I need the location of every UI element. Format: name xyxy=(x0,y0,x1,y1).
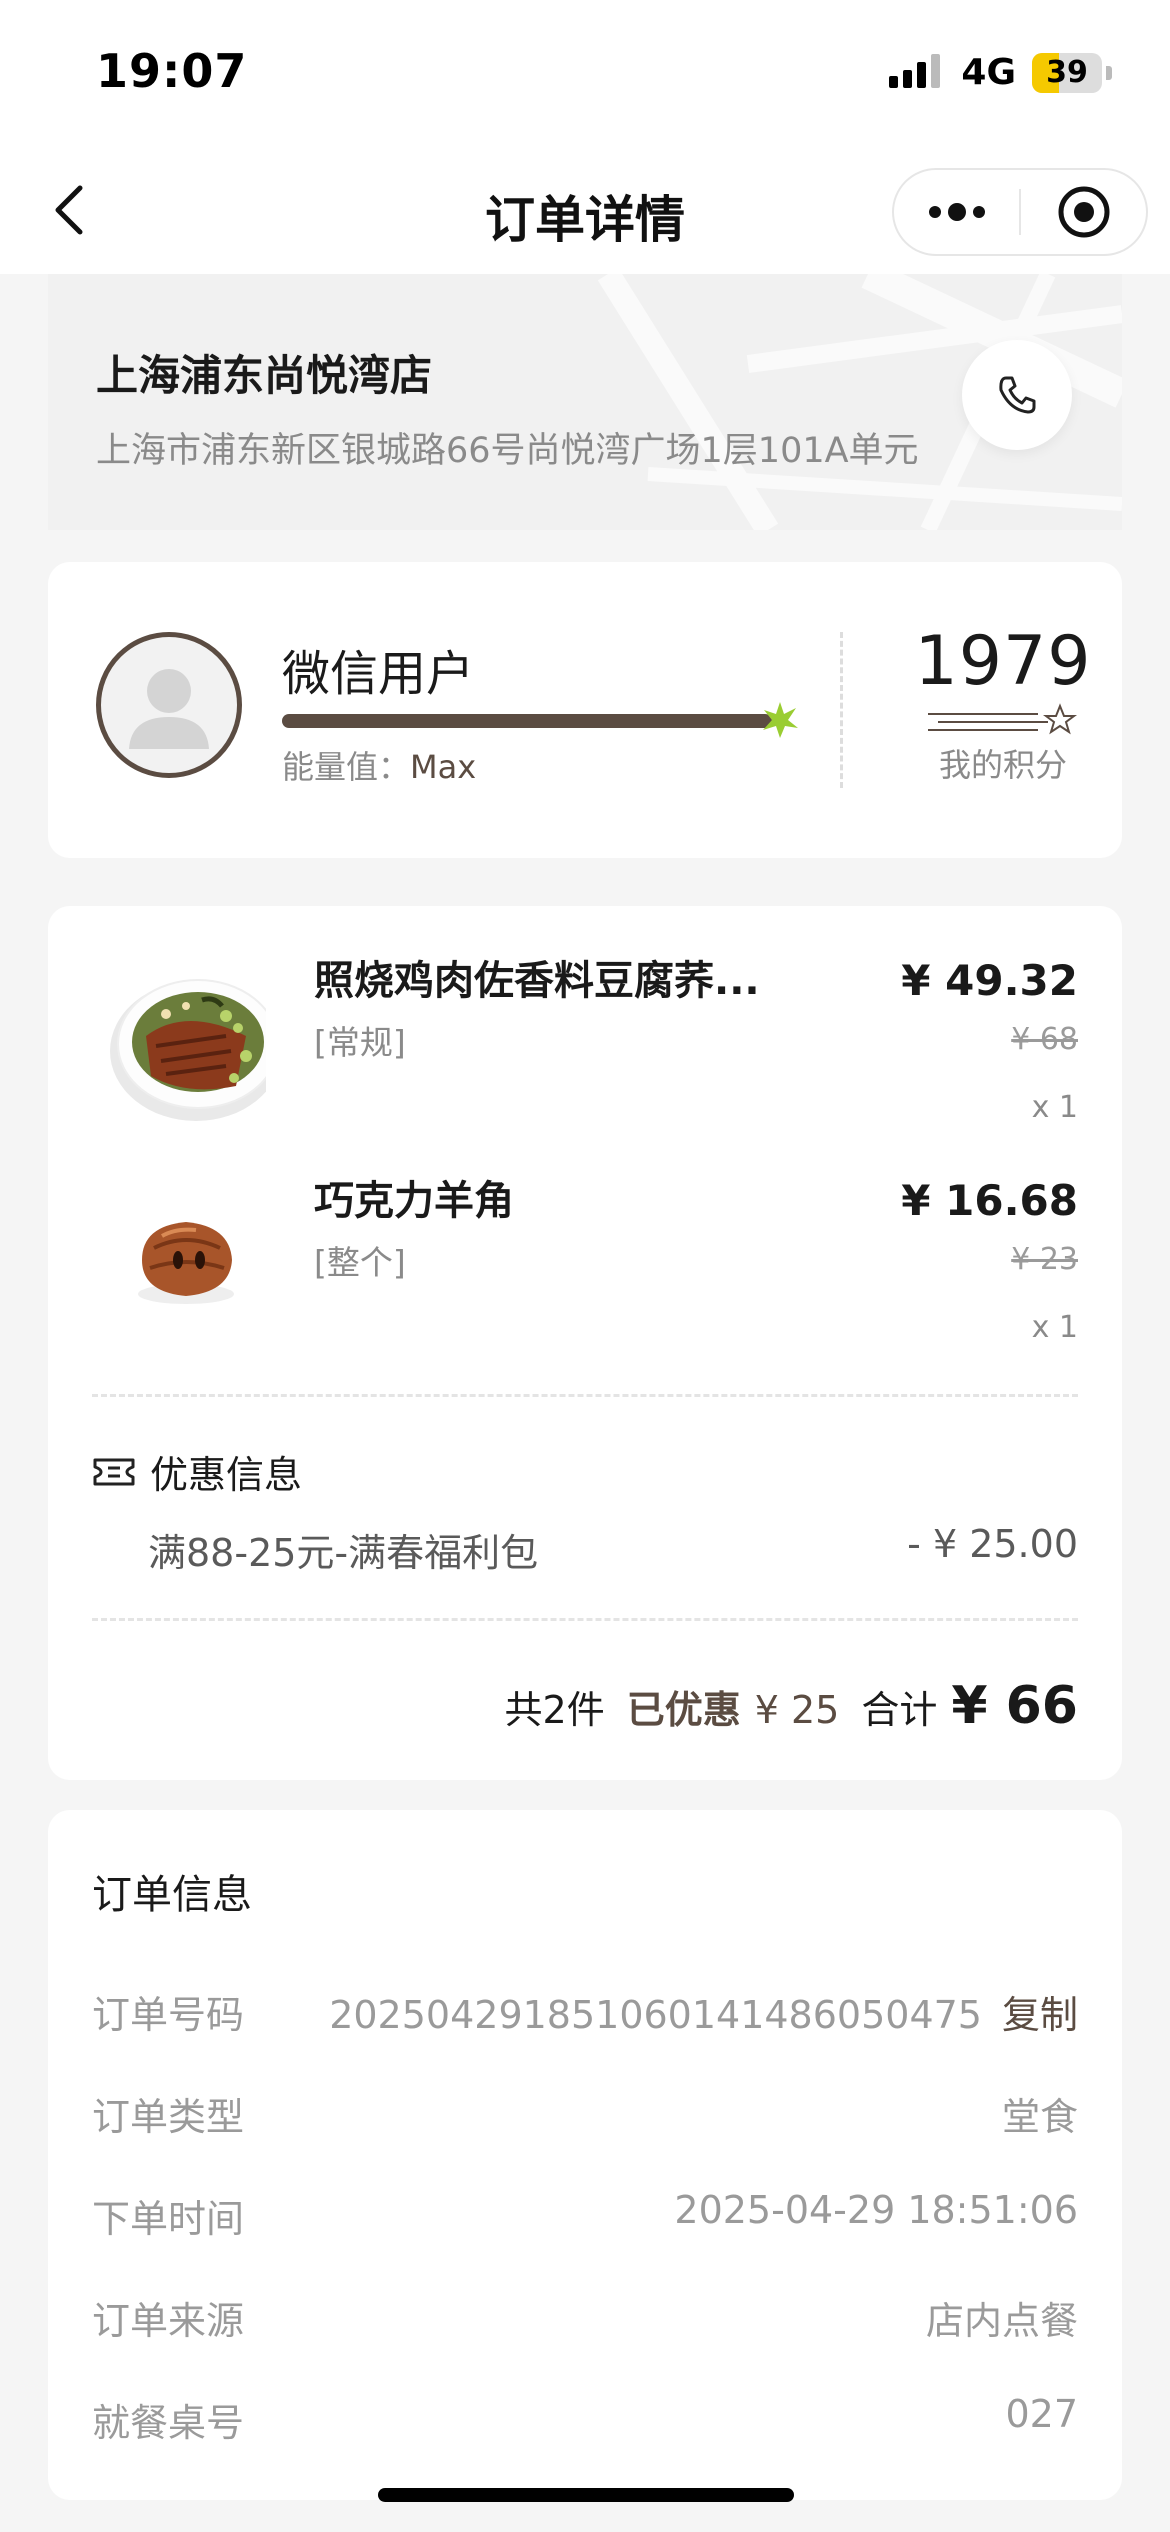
battery-icon: 39 xyxy=(1032,52,1102,93)
avatar[interactable] xyxy=(96,632,242,778)
order-item: 巧克力羊角 [整个] ¥ 16.68 ¥ 23 x 1 xyxy=(48,1126,1122,1345)
energy-value: Max xyxy=(410,748,477,786)
default-avatar-icon xyxy=(129,669,209,749)
more-button[interactable] xyxy=(894,170,1019,254)
close-mini-program-button[interactable] xyxy=(1021,170,1146,254)
order-number: 202504291851060141486050475 xyxy=(329,1993,982,2037)
points-label: 我的积分 xyxy=(938,746,1067,784)
info-label: 订单号码 xyxy=(92,1993,245,2037)
info-value: 027 xyxy=(1005,2392,1078,2436)
order-summary: 共2件 已优惠 ¥ 25 合计 ¥ 66 xyxy=(505,1676,1078,1736)
info-row-order-source: 订单来源 店内点餐 xyxy=(92,2290,1078,2350)
store-header: 上海浦东尚悦湾店 上海市浦东新区银城路66号尚悦湾广场1层101A单元 xyxy=(48,274,1122,530)
saved-amount: ¥ 25 xyxy=(754,1688,840,1732)
total-label: 合计 xyxy=(861,1688,938,1732)
info-row-order-type: 订单类型 堂食 xyxy=(92,2086,1078,2146)
promotion-header: 优惠信息 xyxy=(92,1444,302,1499)
energy-progress-bar xyxy=(282,714,772,728)
info-label: 订单来源 xyxy=(92,2299,245,2343)
signal-icon xyxy=(889,53,945,92)
item-name: 巧克力羊角 xyxy=(314,1178,514,1224)
item-price: ¥ 49.32 xyxy=(901,956,1078,1005)
nav-bar: 订单详情 xyxy=(0,150,1170,274)
order-info-card: 订单信息 订单号码 202504291851060141486050475 复制 … xyxy=(48,1810,1122,2500)
item-quantity: x 1 xyxy=(1031,1090,1078,1125)
call-store-button[interactable] xyxy=(962,340,1072,450)
mini-program-capsule xyxy=(892,168,1148,256)
target-circle-icon xyxy=(1058,186,1109,238)
battery-level: 39 xyxy=(1046,55,1088,90)
member-card: 微信用户 能量值：Max 1979 我的积分 xyxy=(48,562,1122,858)
total-amount: ¥ 66 xyxy=(951,1676,1078,1736)
points-value[interactable]: 1979 xyxy=(906,622,1100,701)
status-time: 19:07 xyxy=(96,44,248,98)
info-value: 2025-04-29 18:51:06 xyxy=(674,2188,1078,2232)
divider xyxy=(92,1394,1078,1397)
saved-label: 已优惠 xyxy=(626,1688,741,1732)
energy-info: 能量值：Max xyxy=(282,742,476,788)
member-divider xyxy=(840,632,843,788)
info-row-order-number: 订单号码 202504291851060141486050475 复制 xyxy=(92,1984,1078,2044)
home-indicator[interactable] xyxy=(378,2488,794,2502)
status-indicators: 4G 39 xyxy=(889,52,1112,93)
item-price: ¥ 16.68 xyxy=(901,1176,1078,1225)
item-quantity: x 1 xyxy=(1031,1310,1078,1345)
item-original-price: ¥ 23 xyxy=(1011,1242,1078,1277)
user-name: 微信用户 xyxy=(282,646,475,702)
item-spec: [整个] xyxy=(314,1243,406,1282)
info-value: 店内点餐 xyxy=(925,2299,1078,2343)
info-value-with-copy: 202504291851060141486050475 复制 xyxy=(329,1984,1078,2039)
divider xyxy=(92,1618,1078,1621)
info-label: 就餐桌号 xyxy=(92,2401,245,2445)
info-label: 订单类型 xyxy=(92,2095,245,2139)
info-row-order-time: 下单时间 2025-04-29 18:51:06 xyxy=(92,2188,1078,2248)
info-row-table-number: 就餐桌号 027 xyxy=(92,2392,1078,2452)
info-value: 堂食 xyxy=(1001,2095,1078,2139)
coupon-ticket-icon xyxy=(93,1458,135,1485)
copy-button[interactable]: 复制 xyxy=(1002,1993,1078,2037)
order-items-card: 照烧鸡肉佐香料豆腐荞... [常规] ¥ 49.32 ¥ 68 x 1 巧克力羊… xyxy=(48,906,1122,1780)
more-dots-icon xyxy=(928,203,985,221)
promotion-amount: - ¥ 25.00 xyxy=(907,1522,1078,1566)
store-name: 上海浦东尚悦湾店 xyxy=(96,351,433,400)
item-original-price: ¥ 68 xyxy=(1011,1022,1078,1057)
battery-tip xyxy=(1106,65,1112,80)
sparkle-icon xyxy=(763,702,798,738)
network-type: 4G xyxy=(961,52,1016,93)
energy-label: 能量值： xyxy=(282,748,411,786)
points-star-icon xyxy=(928,703,1077,735)
item-spec: [常规] xyxy=(314,1023,406,1062)
promotion-title: 优惠信息 xyxy=(150,1453,303,1497)
chocolate-croissant-image xyxy=(138,1222,234,1304)
status-bar: 19:07 4G 39 xyxy=(0,0,1170,150)
item-count: 共2件 xyxy=(504,1688,605,1732)
store-address: 上海市浦东新区银城路66号尚悦湾广场1层101A单元 xyxy=(96,431,919,471)
promotion-name: 满88-25元-满春福利包 xyxy=(148,1531,539,1575)
phone-icon xyxy=(999,376,1036,414)
info-label: 下单时间 xyxy=(92,2197,245,2241)
item-name: 照烧鸡肉佐香料豆腐荞... xyxy=(314,958,760,1004)
order-info-title: 订单信息 xyxy=(92,1872,252,1918)
teriyaki-chicken-bowl-image xyxy=(110,979,266,1121)
order-item: 照烧鸡肉佐香料豆腐荞... [常规] ¥ 49.32 ¥ 68 x 1 xyxy=(48,906,1122,1125)
